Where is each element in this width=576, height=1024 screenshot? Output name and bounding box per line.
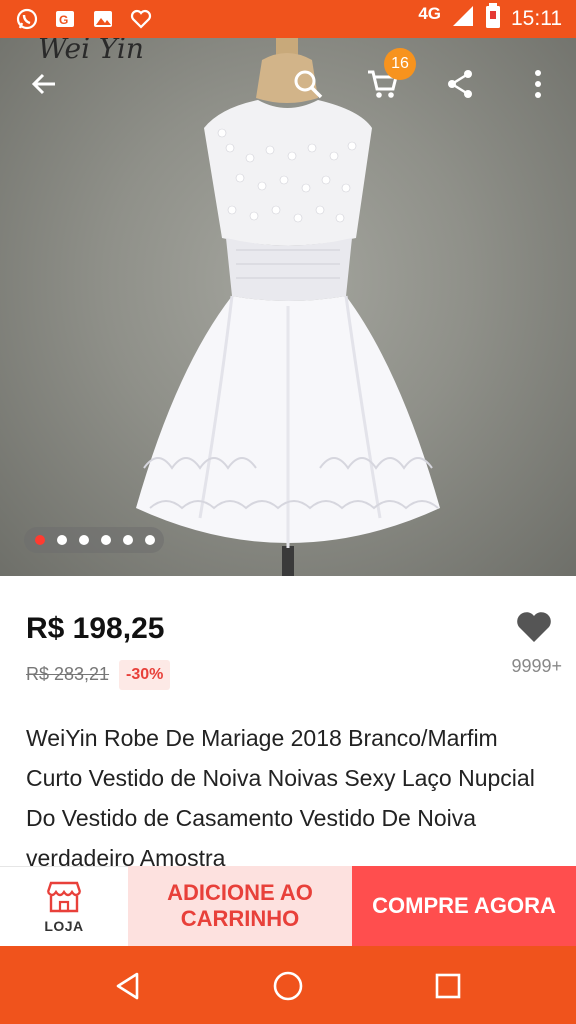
arrow-left-icon [31,73,55,95]
network-type: 4G [418,4,441,23]
share-button[interactable] [440,64,480,104]
circle-home-icon [273,971,303,1001]
discount-badge: -30% [119,660,171,690]
product-photo [136,38,440,576]
cart-count-badge: 16 [384,48,416,80]
original-price: R$ 283,21 [26,664,110,684]
triangle-back-icon [116,972,139,1000]
store-label: LOJA [44,917,84,934]
wishlist-count: 9999+ [511,656,562,676]
notification-icons: G [14,6,154,32]
nav-back-button[interactable] [108,966,148,1006]
google-news-icon: G [52,6,78,32]
heart-app-icon [128,6,154,32]
square-recents-icon [435,973,461,999]
system-status: 4G 15:11 [418,0,562,38]
heart-icon [517,612,551,642]
whatsapp-icon [14,6,40,32]
product-image-gallery[interactable]: Wei Yin 16 [0,38,576,576]
store-button[interactable]: LOJA [0,866,128,946]
pagination-dot[interactable] [123,535,133,545]
share-icon [448,70,472,98]
nav-home-button[interactable] [268,966,308,1006]
product-title: WeiYin Robe De Mariage 2018 Branco/Marfi… [26,725,535,871]
pagination-dot[interactable] [101,535,111,545]
svg-text:G: G [59,13,68,27]
back-button[interactable] [24,64,64,104]
action-bar: LOJA ADICIONE AO CARRINHO COMPRE AGORA [0,866,576,946]
more-options-button[interactable] [518,64,558,104]
add-to-cart-button[interactable]: ADICIONE AO CARRINHO [128,866,352,946]
pagination-dot[interactable] [57,535,67,545]
system-nav-bar [0,946,576,1024]
gallery-icon [90,6,116,32]
gallery-pagination [24,527,164,553]
status-bar: G 4G 15:11 [0,0,576,38]
search-icon [294,70,323,99]
pagination-dot-active[interactable] [35,535,45,545]
store-icon [46,881,82,912]
buy-now-button[interactable]: COMPRE AGORA [352,866,576,946]
clock: 15:11 [511,7,562,30]
pagination-dot[interactable] [79,535,89,545]
signal-icon [451,4,475,34]
wishlist-button[interactable] [514,608,554,646]
cart-button[interactable]: 16 [362,48,416,104]
pagination-dot[interactable] [145,535,155,545]
search-button[interactable] [288,64,328,104]
battery-icon [485,3,501,35]
current-price: R$ 198,25 [26,612,165,645]
more-vert-icon [535,70,541,98]
nav-recents-button[interactable] [428,966,468,1006]
